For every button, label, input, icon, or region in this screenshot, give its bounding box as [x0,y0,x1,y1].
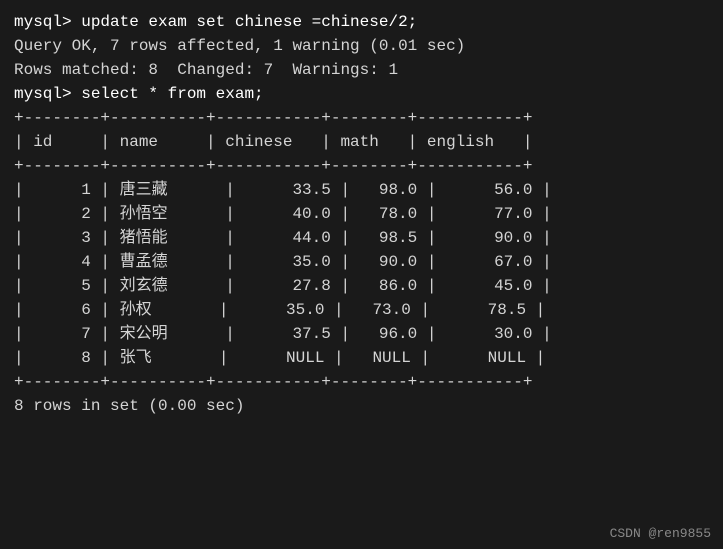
table-bottom-border: +--------+----------+-----------+-------… [14,370,709,394]
table-row: | 5 | 刘玄德 | 27.8 | 86.0 | 45.0 | [14,274,709,298]
command-line-2: mysql> select * from exam; [14,82,709,106]
table-top-border: +--------+----------+-----------+-------… [14,106,709,130]
output-line-2: Rows matched: 8 Changed: 7 Warnings: 1 [14,58,709,82]
watermark: CSDN @ren9855 [610,526,711,541]
output-line-1: Query OK, 7 rows affected, 1 warning (0.… [14,34,709,58]
table-header: | id | name | chinese | math | english | [14,130,709,154]
command-line-1: mysql> update exam set chinese =chinese/… [14,10,709,34]
table-row: | 7 | 宋公明 | 37.5 | 96.0 | 30.0 | [14,322,709,346]
table-row: | 6 | 孙权 | 35.0 | 73.0 | 78.5 | [14,298,709,322]
table-body: | 1 | 唐三藏 | 33.5 | 98.0 | 56.0 | | 2 | 孙… [14,178,709,370]
table-row: | 1 | 唐三藏 | 33.5 | 98.0 | 56.0 | [14,178,709,202]
table-row: | 8 | 张飞 | NULL | NULL | NULL | [14,346,709,370]
terminal: mysql> update exam set chinese =chinese/… [14,10,709,418]
table-row: | 3 | 猪悟能 | 44.0 | 98.5 | 90.0 | [14,226,709,250]
table-header-border: +--------+----------+-----------+-------… [14,154,709,178]
footer-line: 8 rows in set (0.00 sec) [14,394,709,418]
table-row: | 2 | 孙悟空 | 40.0 | 78.0 | 77.0 | [14,202,709,226]
table-row: | 4 | 曹孟德 | 35.0 | 90.0 | 67.0 | [14,250,709,274]
